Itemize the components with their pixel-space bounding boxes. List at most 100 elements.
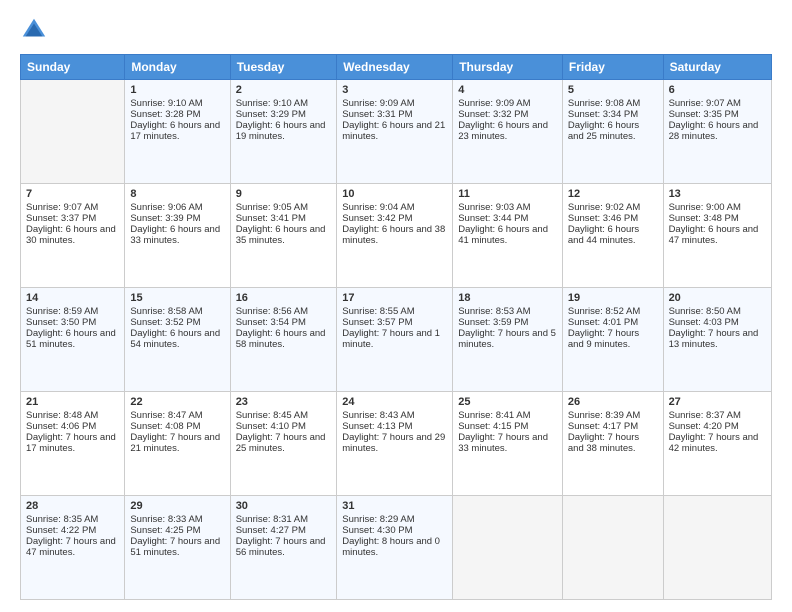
daylight: Daylight: 7 hours and 51 minutes. — [130, 536, 220, 558]
calendar-cell: 14Sunrise: 8:59 AMSunset: 3:50 PMDayligh… — [21, 288, 125, 392]
daylight: Daylight: 7 hours and 38 minutes. — [568, 432, 639, 454]
calendar-cell: 11Sunrise: 9:03 AMSunset: 3:44 PMDayligh… — [453, 184, 563, 288]
week-row-3: 14 Sunrise: 8:59 AMSunset: 3:50 PM Dayligh… — [21, 288, 772, 392]
calendar-cell: 13Sunrise: 9:00 AMSunset: 3:48 PMDayligh… — [663, 184, 771, 288]
sunset: Sunset: 3:48 PM — [669, 213, 739, 224]
calendar-cell: 30Sunrise: 8:31 AMSunset: 4:27 PMDayligh… — [230, 496, 337, 600]
day-number: 7 — [26, 188, 119, 200]
logo — [20, 16, 52, 44]
calendar-cell — [562, 496, 663, 600]
daylight: Daylight: 7 hours and 47 minutes. — [26, 536, 116, 558]
column-header-saturday: Saturday — [663, 55, 771, 80]
daylight: Daylight: 7 hours and 25 minutes. — [236, 432, 326, 454]
calendar-cell: 4Sunrise: 9:09 AMSunset: 3:32 PMDaylight… — [453, 80, 563, 184]
daylight: Daylight: 6 hours and 17 minutes. — [130, 120, 220, 142]
day-number: 2 — [236, 84, 332, 96]
calendar-cell: 25Sunrise: 8:41 AMSunset: 4:15 PMDayligh… — [453, 392, 563, 496]
sunset: Sunset: 4:03 PM — [669, 317, 739, 328]
calendar-cell: 8Sunrise: 9:06 AMSunset: 3:39 PMDaylight… — [125, 184, 230, 288]
sunset: Sunset: 4:30 PM — [342, 525, 412, 536]
sunrise: Sunrise: 8:59 AM — [26, 306, 98, 317]
day-number: 13 — [669, 188, 766, 200]
sunrise: Sunrise: 9:07 AM — [26, 202, 98, 213]
sunrise: Sunrise: 8:50 AM — [669, 306, 741, 317]
calendar-cell: 5Sunrise: 9:08 AMSunset: 3:34 PMDaylight… — [562, 80, 663, 184]
sunrise: Sunrise: 9:07 AM — [669, 98, 741, 109]
sunset: Sunset: 3:50 PM — [26, 317, 96, 328]
day-number: 17 — [342, 292, 447, 304]
daylight: Daylight: 7 hours and 17 minutes. — [26, 432, 116, 454]
sunrise: Sunrise: 8:29 AM — [342, 514, 414, 525]
calendar-cell: 22Sunrise: 8:47 AMSunset: 4:08 PMDayligh… — [125, 392, 230, 496]
sunrise: Sunrise: 8:45 AM — [236, 410, 308, 421]
calendar-cell: 19Sunrise: 8:52 AMSunset: 4:01 PMDayligh… — [562, 288, 663, 392]
sunrise: Sunrise: 9:10 AM — [236, 98, 308, 109]
daylight: Daylight: 6 hours and 21 minutes. — [342, 120, 445, 142]
sunrise: Sunrise: 8:58 AM — [130, 306, 202, 317]
calendar-cell — [21, 80, 125, 184]
calendar-cell: 12 Sunrise: 9:02 AMSunset: 3:46 PMDayligh… — [562, 184, 663, 288]
sunset: Sunset: 4:20 PM — [669, 421, 739, 432]
day-number: 14 — [26, 292, 119, 304]
sunset: Sunset: 3:37 PM — [26, 213, 96, 224]
calendar-cell: 9Sunrise: 9:05 AMSunset: 3:41 PMDaylight… — [230, 184, 337, 288]
day-number: 20 — [669, 292, 766, 304]
sunset: Sunset: 4:01 PM — [568, 317, 638, 328]
calendar-cell: 31 Sunrise: 8:29 AMSunset: 4:30 PMDayligh… — [337, 496, 453, 600]
sunrise: Sunrise: 9:03 AM — [458, 202, 530, 213]
calendar-cell: 20Sunrise: 8:50 AMSunset: 4:03 PMDayligh… — [663, 288, 771, 392]
sunset: Sunset: 3:34 PM — [568, 109, 638, 120]
day-number: 31 — [342, 500, 447, 512]
day-number: 22 — [130, 396, 224, 408]
day-number: 18 — [458, 292, 557, 304]
daylight: Daylight: 6 hours and 54 minutes. — [130, 328, 220, 350]
sunrise: Sunrise: 8:55 AM — [342, 306, 414, 317]
day-number: 12 — [568, 188, 658, 200]
calendar-cell: 2Sunrise: 9:10 AMSunset: 3:29 PMDaylight… — [230, 80, 337, 184]
day-number: 21 — [26, 396, 119, 408]
sunset: Sunset: 3:32 PM — [458, 109, 528, 120]
daylight: Daylight: 8 hours and 0 minutes. — [342, 536, 440, 558]
sunrise: Sunrise: 8:41 AM — [458, 410, 530, 421]
sunrise: Sunrise: 8:48 AM — [26, 410, 98, 421]
calendar-cell: 10Sunrise: 9:04 AMSunset: 3:42 PMDayligh… — [337, 184, 453, 288]
week-row-5: 28Sunrise: 8:35 AMSunset: 4:22 PMDayligh… — [21, 496, 772, 600]
day-number: 26 — [568, 396, 658, 408]
calendar-cell: 7Sunrise: 9:07 AMSunset: 3:37 PMDaylight… — [21, 184, 125, 288]
sunset: Sunset: 3:46 PM — [568, 213, 638, 224]
calendar-cell: 27Sunrise: 8:37 AMSunset: 4:20 PMDayligh… — [663, 392, 771, 496]
daylight: Daylight: 6 hours and 44 minutes. — [568, 224, 639, 246]
column-header-friday: Friday — [562, 55, 663, 80]
sunrise: Sunrise: 8:56 AM — [236, 306, 308, 317]
daylight: Daylight: 6 hours and 25 minutes. — [568, 120, 639, 142]
calendar-cell: 17Sunrise: 8:55 AMSunset: 3:57 PMDayligh… — [337, 288, 453, 392]
daylight: Daylight: 6 hours and 33 minutes. — [130, 224, 220, 246]
calendar-cell: 29Sunrise: 8:33 AMSunset: 4:25 PMDayligh… — [125, 496, 230, 600]
sunset: Sunset: 3:29 PM — [236, 109, 306, 120]
header — [20, 16, 772, 44]
column-header-thursday: Thursday — [453, 55, 563, 80]
daylight: Daylight: 7 hours and 1 minute. — [342, 328, 440, 350]
calendar-cell: 21Sunrise: 8:48 AMSunset: 4:06 PMDayligh… — [21, 392, 125, 496]
daylight: Daylight: 7 hours and 9 minutes. — [568, 328, 639, 350]
sunrise: Sunrise: 9:09 AM — [342, 98, 414, 109]
sunset: Sunset: 3:39 PM — [130, 213, 200, 224]
sunrise: Sunrise: 8:33 AM — [130, 514, 202, 525]
daylight: Daylight: 7 hours and 5 minutes. — [458, 328, 556, 350]
sunrise: Sunrise: 8:39 AM — [568, 410, 640, 421]
calendar-cell: 16Sunrise: 8:56 AMSunset: 3:54 PMDayligh… — [230, 288, 337, 392]
sunrise: Sunrise: 9:06 AM — [130, 202, 202, 213]
sunset: Sunset: 3:54 PM — [236, 317, 306, 328]
sunset: Sunset: 3:41 PM — [236, 213, 306, 224]
daylight: Daylight: 7 hours and 29 minutes. — [342, 432, 445, 454]
day-number: 5 — [568, 84, 658, 96]
calendar-cell: 28Sunrise: 8:35 AMSunset: 4:22 PMDayligh… — [21, 496, 125, 600]
daylight: Daylight: 6 hours and 23 minutes. — [458, 120, 548, 142]
sunrise: Sunrise: 9:02 AM — [568, 202, 640, 213]
daylight: Daylight: 7 hours and 33 minutes. — [458, 432, 548, 454]
day-number: 28 — [26, 500, 119, 512]
daylight: Daylight: 6 hours and 28 minutes. — [669, 120, 759, 142]
calendar-cell: 3Sunrise: 9:09 AMSunset: 3:31 PMDaylight… — [337, 80, 453, 184]
sunset: Sunset: 3:35 PM — [669, 109, 739, 120]
day-number: 25 — [458, 396, 557, 408]
